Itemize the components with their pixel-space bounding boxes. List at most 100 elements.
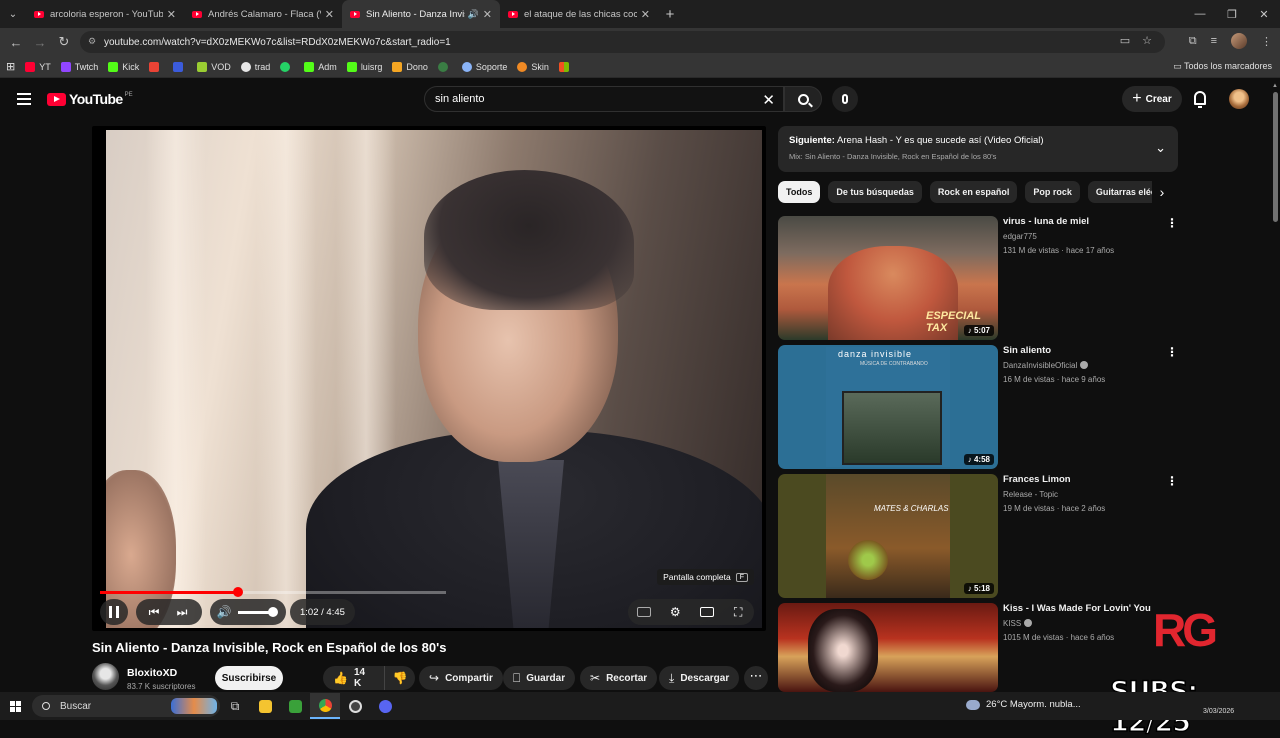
- bookmark-item[interactable]: [173, 61, 187, 72]
- like-button[interactable]: 👍 14 K: [323, 666, 386, 690]
- tab-close-icon[interactable]: ✕: [483, 8, 492, 21]
- minimize-icon[interactable]: —: [1184, 0, 1216, 28]
- chrome-icon[interactable]: [310, 693, 340, 719]
- rec-channel[interactable]: edgar775: [1003, 232, 1037, 241]
- download-button[interactable]: ⤓ Descargar: [659, 666, 740, 690]
- extensions-icon[interactable]: ⧉: [1189, 35, 1197, 48]
- next-icon[interactable]: ⏭: [168, 599, 196, 625]
- more-options-icon[interactable]: ⋮: [1166, 216, 1178, 230]
- clip-button[interactable]: ✂ Recortar: [580, 666, 658, 690]
- rec-channel[interactable]: KISS: [1003, 619, 1033, 628]
- chevron-right-icon[interactable]: ›: [1152, 181, 1172, 203]
- notifications-bell-icon[interactable]: [1194, 91, 1206, 108]
- bookmark-item[interactable]: Skin: [517, 61, 549, 72]
- user-avatar[interactable]: [1229, 89, 1249, 109]
- rec-title[interactable]: Sin aliento: [1003, 345, 1168, 356]
- chevron-down-icon[interactable]: ⌄: [1155, 140, 1166, 156]
- bookmark-item[interactable]: luisrg: [346, 61, 382, 72]
- bookmark-item[interactable]: [149, 61, 163, 72]
- youtube-logo[interactable]: YouTube PE: [47, 91, 133, 107]
- bookmark-item[interactable]: Soporte: [461, 61, 507, 72]
- bookmark-item[interactable]: Kick: [108, 61, 139, 72]
- rec-title[interactable]: virus - luna de miel: [1003, 216, 1168, 227]
- subtitles-icon[interactable]: [630, 599, 658, 625]
- bookmark-item[interactable]: trad: [240, 61, 270, 72]
- subscribe-button[interactable]: Suscribirse: [215, 666, 283, 690]
- close-window-icon[interactable]: ✕: [1248, 0, 1280, 28]
- chip-searches[interactable]: De tus búsquedas: [828, 181, 922, 203]
- all-bookmarks[interactable]: ▭ Todos los marcadores: [1173, 61, 1272, 72]
- theater-mode-icon[interactable]: [693, 599, 721, 625]
- bookmark-item[interactable]: VOD: [197, 61, 231, 72]
- bookmark-item[interactable]: [280, 61, 294, 72]
- voice-search-button[interactable]: [832, 86, 858, 112]
- rec-title[interactable]: Frances Limon: [1003, 474, 1168, 485]
- rec-title[interactable]: Kiss - I Was Made For Lovin' You: [1003, 603, 1168, 614]
- new-tab-button[interactable]: +: [658, 6, 682, 23]
- play-pause-button[interactable]: [100, 599, 128, 625]
- video-player[interactable]: Pantalla completa F ⏮ ⏭ 🔊 1:02 / 4:45 ⚙ …: [92, 126, 766, 631]
- windows-start-icon[interactable]: [0, 700, 30, 712]
- fullscreen-icon[interactable]: ⛶: [724, 599, 752, 625]
- save-button[interactable]: ⎕ Guardar: [503, 666, 576, 690]
- task-view-icon[interactable]: ⧉: [220, 693, 250, 719]
- tab-close-icon[interactable]: ✕: [641, 8, 650, 21]
- back-arrow-icon[interactable]: ←: [4, 35, 28, 50]
- reload-icon[interactable]: ↻: [52, 34, 76, 50]
- chrome-menu-icon[interactable]: ⋮: [1261, 35, 1272, 48]
- apps-grid-icon[interactable]: ⊞: [6, 60, 15, 73]
- tab-close-icon[interactable]: ✕: [167, 8, 176, 21]
- taskbar-search[interactable]: Buscar: [32, 695, 220, 717]
- tab-close-icon[interactable]: ✕: [325, 8, 334, 21]
- rec-channel[interactable]: DanzaInvisibleOficial: [1003, 361, 1089, 370]
- bookmark-item[interactable]: Twtch: [60, 61, 98, 72]
- file-explorer-icon[interactable]: [250, 693, 280, 719]
- audio-playing-icon[interactable]: 🔊: [468, 9, 479, 20]
- bookmark-star-icon[interactable]: ☆: [1142, 34, 1152, 47]
- site-info-icon[interactable]: ⚙: [88, 36, 96, 47]
- bookmark-item[interactable]: [437, 61, 452, 72]
- previous-icon[interactable]: ⏮: [140, 599, 168, 625]
- chip-pop-rock[interactable]: Pop rock: [1025, 181, 1080, 203]
- recommendation-item[interactable]: MATES & CHARLAS ♪ 5:18 Frances Limon Rel…: [778, 474, 1198, 598]
- browser-tab[interactable]: arcoloria esperon - YouTube ✕: [26, 0, 184, 28]
- page-scrollbar[interactable]: ▲: [1270, 80, 1280, 692]
- search-button[interactable]: [784, 86, 822, 112]
- bookmark-item[interactable]: YT: [25, 61, 51, 72]
- hamburger-menu-icon[interactable]: [17, 93, 31, 105]
- browser-tab-active[interactable]: Sin Aliento - Danza Invisible 🔊 ✕: [342, 0, 500, 28]
- rec-channel[interactable]: Release - Topic: [1003, 490, 1058, 499]
- scrollbar-thumb[interactable]: [1273, 92, 1278, 222]
- browser-tab[interactable]: Andrés Calamaro - Flaca (Video ✕: [184, 0, 342, 28]
- volume-slider[interactable]: [238, 607, 278, 617]
- more-options-icon[interactable]: ⋮: [1166, 474, 1178, 488]
- address-bar[interactable]: ⚙ youtube.com/watch?v=dX0zMEKWo7c&list=R…: [80, 31, 1165, 53]
- weather-widget[interactable]: 26°C Mayorm. nubla...: [966, 699, 1081, 710]
- mix-playlist-header[interactable]: Siguiente: Arena Hash - Y es que sucede …: [778, 126, 1178, 172]
- create-button[interactable]: + Crear: [1122, 86, 1182, 112]
- tab-search-icon[interactable]: ⌄: [0, 0, 26, 28]
- scroll-up-icon[interactable]: ▲: [1272, 83, 1278, 89]
- recommendation-item[interactable]: ESPECIAL TAX ♪ 5:07 virus - luna de miel…: [778, 216, 1198, 340]
- minecraft-icon[interactable]: [280, 693, 310, 719]
- channel-avatar[interactable]: [92, 663, 119, 690]
- settings-gear-icon[interactable]: ⚙: [661, 599, 689, 625]
- cast-icon[interactable]: ▭: [1120, 34, 1130, 47]
- forward-arrow-icon[interactable]: →: [28, 35, 52, 50]
- discord-icon[interactable]: [370, 693, 400, 719]
- restore-icon[interactable]: ❐: [1216, 0, 1248, 28]
- more-options-icon[interactable]: ⋮: [1166, 345, 1178, 359]
- search-input[interactable]: sin aliento ✕: [424, 86, 784, 112]
- reading-list-icon[interactable]: ≡: [1211, 35, 1217, 47]
- obs-icon[interactable]: [340, 693, 370, 719]
- progress-bar[interactable]: [100, 587, 446, 597]
- video-thumbnail[interactable]: [778, 603, 998, 692]
- chip-todos[interactable]: Todos: [778, 181, 821, 203]
- video-thumbnail[interactable]: ESPECIAL TAX ♪ 5:07: [778, 216, 998, 340]
- bookmark-item[interactable]: [558, 61, 573, 72]
- chip-rock-espanol[interactable]: Rock en español: [929, 181, 1018, 203]
- clear-search-icon[interactable]: ✕: [762, 91, 775, 109]
- recommendation-item[interactable]: danza invisible MÚSICA DE CONTRABANDO ♪ …: [778, 345, 1198, 469]
- more-actions-icon[interactable]: ⋯: [744, 666, 768, 690]
- volume-icon[interactable]: 🔊: [210, 599, 238, 625]
